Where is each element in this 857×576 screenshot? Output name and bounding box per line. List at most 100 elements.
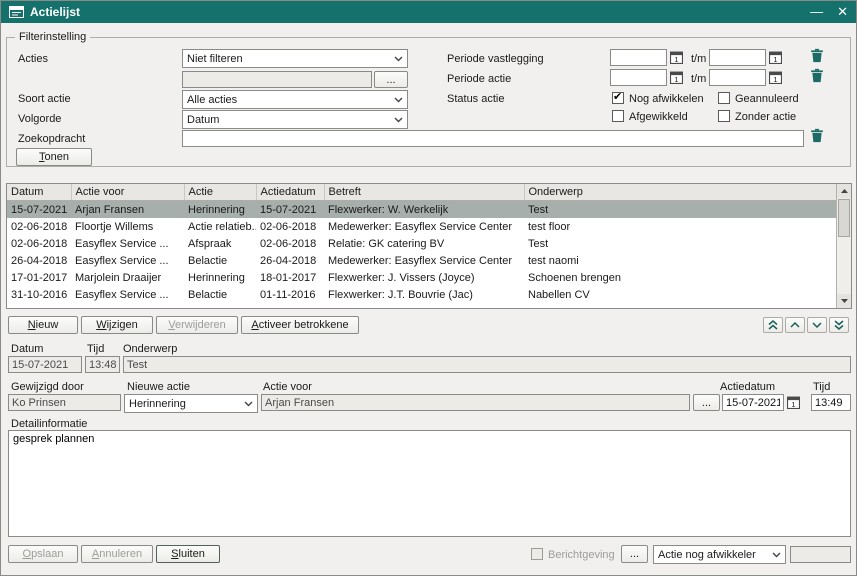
datum-field — [8, 356, 82, 373]
checkbox-afgewikkeld-label: Afgewikkeld — [629, 111, 688, 123]
table-row[interactable]: 02-06-2018Floortje WillemsActie relatieb… — [7, 218, 836, 235]
acties-select[interactable]: Niet filteren — [182, 49, 408, 68]
nieuwe-actie-select[interactable]: Herinnering — [124, 394, 258, 413]
select-value: Herinnering — [129, 398, 244, 410]
actie-voor-field — [261, 394, 690, 411]
table-row[interactable]: 17-01-2017Marjolein DraaijerHerinnering1… — [7, 269, 836, 286]
table-row[interactable]: 02-06-2018Easyflex Service ...Afspraak02… — [7, 235, 836, 252]
close-button[interactable]: ✕ — [837, 1, 848, 23]
activeer-betrokkene-button[interactable]: Activeer betrokkene — [241, 316, 359, 334]
actions-table: Datum Actie voor Actie Actiedatum Betref… — [6, 183, 852, 309]
actiedatum-field[interactable] — [722, 394, 784, 411]
periode-vastlegging-from-input[interactable] — [610, 49, 667, 66]
table-row[interactable]: 31-10-2016Easyflex Service ...Belactie01… — [7, 286, 836, 303]
table-row[interactable]: 15-07-2021Arjan FransenHerinnering15-07-… — [7, 201, 836, 219]
go-next-button[interactable] — [807, 317, 827, 333]
berichtgeving-browse-button[interactable]: ... — [621, 545, 648, 563]
checkbox-geannuleerd-label: Geannuleerd — [735, 93, 799, 105]
go-last-button[interactable] — [829, 317, 849, 333]
periode-vastlegging-to-calendar-button[interactable]: 1 — [769, 51, 782, 64]
soort-actie-label: Soort actie — [18, 93, 71, 105]
column-header[interactable]: Actie voor — [71, 184, 184, 201]
gewijzigd-door-field — [8, 394, 121, 411]
zoekopdracht-input[interactable] — [182, 130, 804, 147]
window-title: Actielijst — [30, 5, 80, 19]
select-value: Actie nog afwikkeler — [658, 549, 772, 561]
periode-vastlegging-to-input[interactable] — [709, 49, 766, 66]
svg-text:1: 1 — [674, 55, 678, 64]
opslaan-button: Opslaan — [8, 545, 78, 563]
table-scrollbar[interactable] — [836, 184, 851, 308]
select-value: Niet filteren — [187, 53, 394, 65]
go-first-button[interactable] — [763, 317, 783, 333]
checkbox-nog-afwikkelen[interactable] — [612, 92, 624, 104]
clear-periode-actie-button[interactable] — [810, 68, 824, 83]
acties-browse-button[interactable]: ... — [374, 71, 408, 88]
checkbox-zonder-actie-label: Zonder actie — [735, 111, 796, 123]
nieuwe-actie-label: Nieuwe actie — [127, 381, 190, 393]
svg-text:1: 1 — [791, 400, 795, 409]
column-header[interactable]: Actiedatum — [256, 184, 324, 201]
column-header[interactable]: Actie — [184, 184, 256, 201]
scroll-down-icon[interactable] — [837, 294, 851, 308]
column-header[interactable]: Betreft — [324, 184, 524, 201]
chevron-down-icon — [394, 56, 403, 62]
periode-actie-tm-label: t/m — [691, 73, 706, 85]
select-value: Alle acties — [187, 94, 394, 106]
wijzigen-button[interactable]: Wijzigen — [81, 316, 153, 334]
svg-text:1: 1 — [674, 75, 678, 84]
checkbox-geannuleerd[interactable] — [718, 92, 730, 104]
column-header[interactable]: Datum — [7, 184, 71, 201]
table-header-row: Datum Actie voor Actie Actiedatum Betref… — [7, 184, 836, 201]
zoekopdracht-label: Zoekopdracht — [18, 133, 85, 145]
scroll-up-icon[interactable] — [837, 184, 851, 198]
actie-tijd-field[interactable] — [811, 394, 851, 411]
checkbox-zonder-actie[interactable] — [718, 110, 730, 122]
volgorde-label: Volgorde — [18, 113, 61, 125]
actie-voor-browse-button[interactable]: ... — [693, 394, 720, 411]
detailinformatie-textarea[interactable]: gesprek plannen — [8, 430, 851, 537]
double-chevron-down-icon — [834, 320, 844, 330]
berichtgeving-checkbox — [531, 548, 543, 560]
volgorde-select[interactable]: Datum — [182, 110, 408, 129]
actielijst-window: Actielijst — ✕ Filterinstelling Acties N… — [0, 0, 857, 576]
onderwerp-label: Onderwerp — [123, 343, 177, 355]
chevron-down-icon — [812, 322, 822, 328]
sluiten-button[interactable]: Sluiten — [156, 545, 220, 563]
nieuw-button[interactable]: Nieuw — [8, 316, 78, 334]
footer-status-select[interactable]: Actie nog afwikkeler — [653, 545, 786, 564]
table-row[interactable]: 26-04-2018Easyflex Service ...Belactie26… — [7, 252, 836, 269]
clear-periode-vastlegging-button[interactable] — [810, 48, 824, 63]
svg-text:1: 1 — [773, 75, 777, 84]
checkbox-nog-afwikkelen-label: Nog afwikkelen — [629, 93, 704, 105]
svg-text:1: 1 — [773, 55, 777, 64]
periode-vastlegging-from-calendar-button[interactable]: 1 — [670, 51, 683, 64]
chevron-down-icon — [394, 117, 403, 123]
status-actie-label: Status actie — [447, 93, 504, 105]
clear-search-button[interactable] — [810, 128, 824, 143]
double-chevron-up-icon — [768, 320, 778, 330]
tonen-button[interactable]: Tonen — [16, 148, 92, 166]
periode-vastlegging-tm-label: t/m — [691, 53, 706, 65]
go-previous-button[interactable] — [785, 317, 805, 333]
footer-extra-field — [790, 546, 851, 563]
acties-label: Acties — [18, 53, 48, 65]
periode-actie-from-input[interactable] — [610, 69, 667, 86]
minimize-button[interactable]: — — [810, 1, 823, 23]
tijd-label: Tijd — [87, 343, 104, 355]
gewijzigd-door-label: Gewijzigd door — [11, 381, 84, 393]
scrollbar-thumb[interactable] — [838, 199, 850, 237]
periode-actie-to-input[interactable] — [709, 69, 766, 86]
trash-icon — [810, 68, 824, 83]
calendar-icon: 1 — [670, 71, 683, 84]
periode-actie-from-calendar-button[interactable]: 1 — [670, 71, 683, 84]
checkbox-afgewikkeld[interactable] — [612, 110, 624, 122]
soort-actie-select[interactable]: Alle acties — [182, 90, 408, 109]
onderwerp-field — [123, 356, 851, 373]
actiedatum-calendar-button[interactable]: 1 — [787, 396, 800, 409]
periode-actie-to-calendar-button[interactable]: 1 — [769, 71, 782, 84]
actie-tijd-label: Tijd — [813, 381, 830, 393]
column-header[interactable]: Onderwerp — [524, 184, 836, 201]
actie-voor-label: Actie voor — [263, 381, 312, 393]
chevron-down-icon — [394, 97, 403, 103]
